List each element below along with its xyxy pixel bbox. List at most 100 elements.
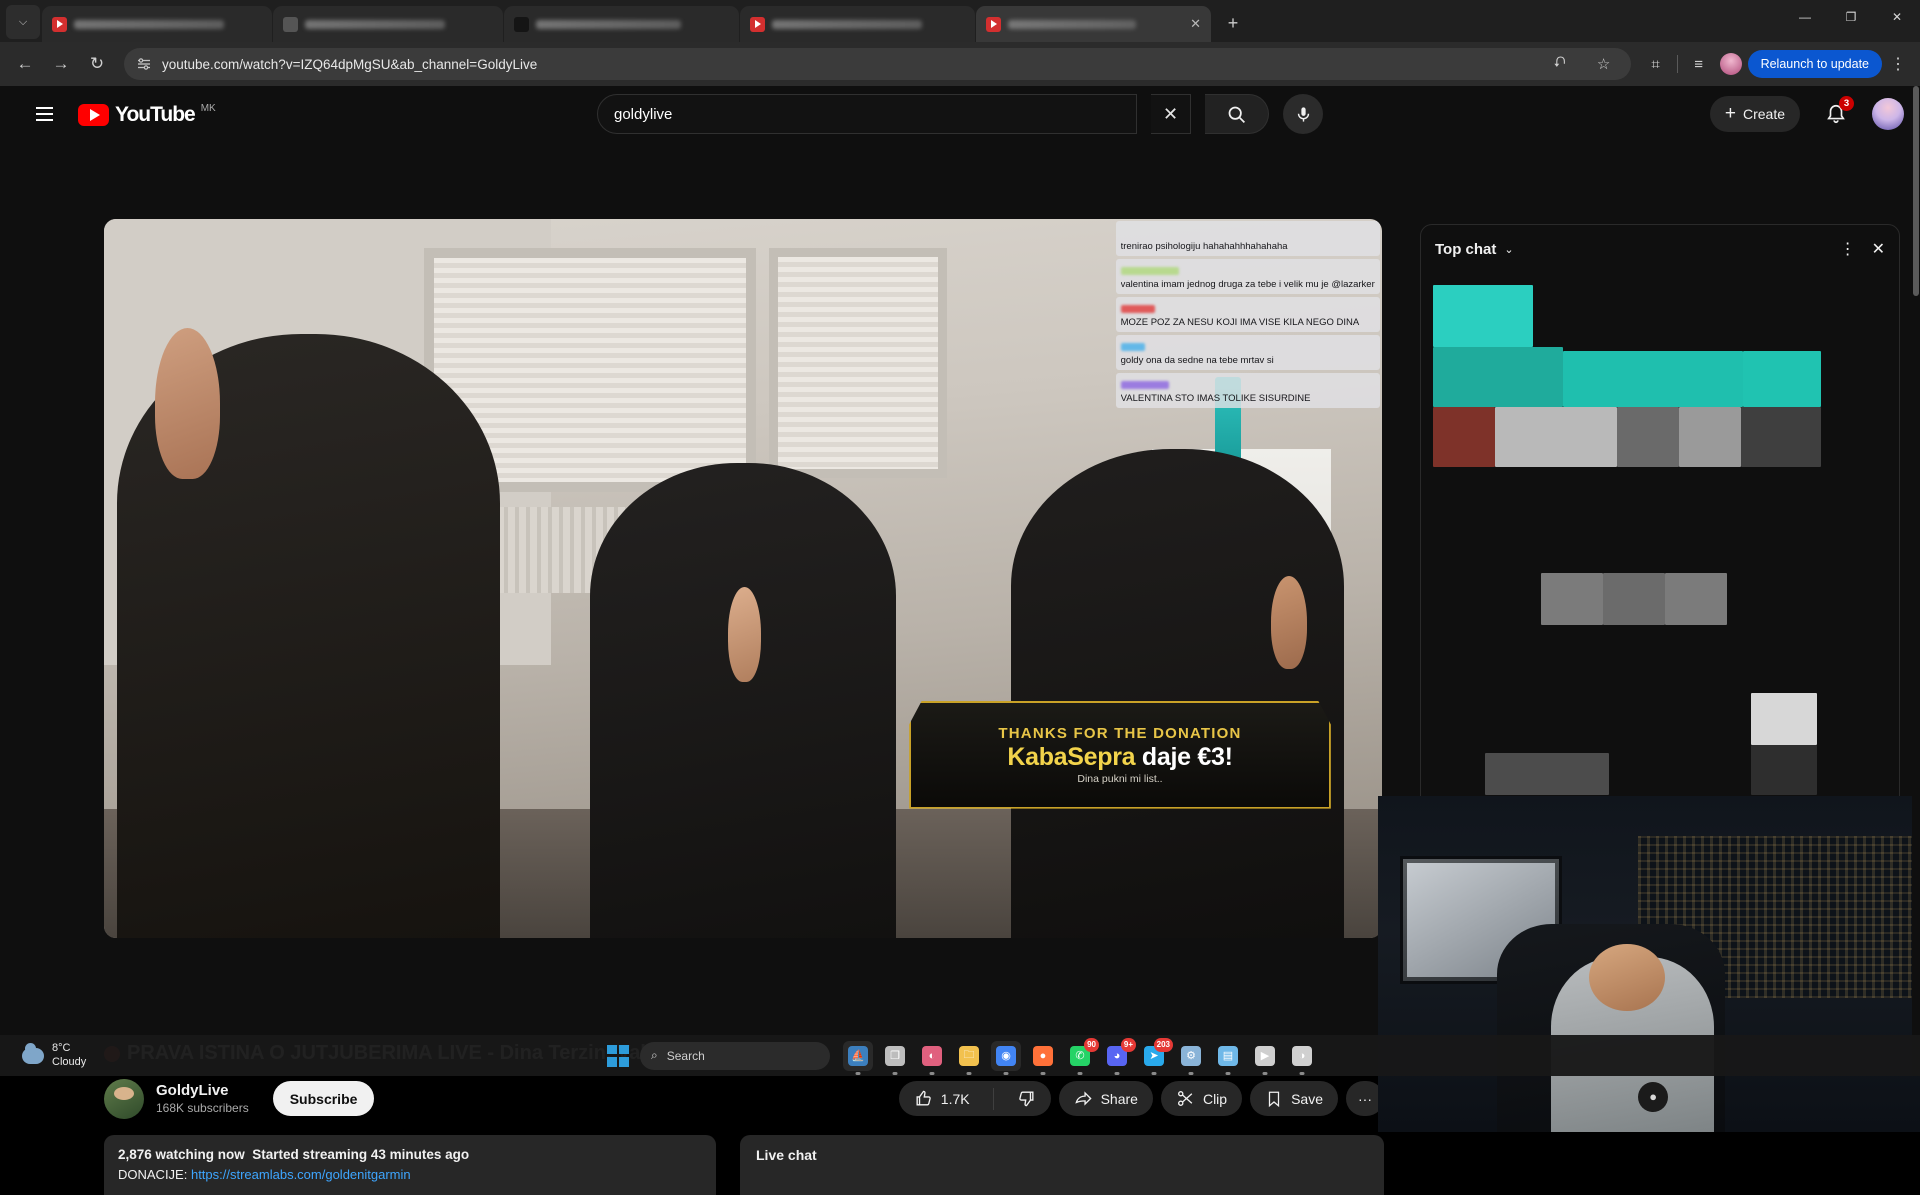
browser-tab[interactable] <box>740 6 975 42</box>
media-player-icon[interactable]: ▶ <box>1250 1041 1280 1071</box>
redacted-chat-block <box>1665 573 1727 625</box>
save-label: Save <box>1291 1091 1323 1107</box>
youtube-logo[interactable]: YouTube MK <box>78 102 216 127</box>
window-controls: — ❐ ✕ <box>1782 0 1920 42</box>
chevron-down-icon[interactable]: ⌄ <box>1504 243 1513 256</box>
install-app-icon[interactable]: ⮏ <box>1545 49 1575 79</box>
close-window-icon[interactable]: ✕ <box>1874 0 1920 34</box>
running-indicator <box>1115 1072 1120 1075</box>
video-description-box[interactable]: 2,876 watching now Started streaming 43 … <box>104 1135 716 1195</box>
notepad-icon[interactable]: ▤ <box>1213 1041 1243 1071</box>
window-secondary <box>769 248 948 478</box>
taskbar-search-box[interactable]: ⌕ Search <box>640 1042 830 1070</box>
clear-search-icon[interactable]: ✕ <box>1151 94 1191 134</box>
create-button[interactable]: + Create <box>1710 96 1800 132</box>
voice-search-button[interactable] <box>1283 94 1323 134</box>
discord-icon[interactable]: ◕9+ <box>1102 1041 1132 1071</box>
close-chat-icon[interactable]: ✕ <box>1872 239 1885 259</box>
redacted-chat-block <box>1751 745 1817 795</box>
like-button[interactable]: 1.7K <box>899 1081 985 1116</box>
video-stats: 2,876 watching now Started streaming 43 … <box>118 1147 702 1162</box>
weather-widget[interactable]: 8°C Cloudy <box>22 1042 86 1070</box>
chat-panel-header: Top chat ⌄ ⋮ ✕ <box>1421 225 1899 273</box>
video-player[interactable]: trenirao psihologiju hahahahhhahahaha va… <box>104 219 1382 938</box>
redacted-chat-block <box>1617 407 1679 467</box>
browser-menu-icon[interactable]: ⋮ <box>1884 47 1912 81</box>
tab-title-redacted <box>305 20 445 29</box>
split-view-icon[interactable]: ≡ <box>1684 49 1714 79</box>
task-view-icon[interactable]: ❐ <box>880 1041 910 1071</box>
overlay-chat-message: goldy ona da sedne na tebe mrtav si <box>1116 335 1380 370</box>
settings-gear-icon[interactable]: ⚙ <box>1176 1041 1206 1071</box>
search-button[interactable] <box>1205 94 1269 134</box>
country-code-label: MK <box>201 103 216 114</box>
clip-button[interactable]: Clip <box>1161 1081 1242 1116</box>
reload-icon[interactable]: ↻ <box>80 47 114 81</box>
page-scrollbar[interactable] <box>1912 86 1920 1076</box>
search-icon <box>1226 104 1247 125</box>
scissors-icon <box>1176 1089 1195 1108</box>
overlay-chat-text: VALENTINA STO IMAS TOLIKE SISURDINE <box>1121 394 1375 405</box>
action-divider <box>993 1088 994 1110</box>
browser-tab[interactable] <box>504 6 739 42</box>
chat-menu-icon[interactable]: ⋮ <box>1840 239 1856 259</box>
guest-right <box>1011 449 1343 938</box>
chrome-browser-window: ⌵ ✕ + — ❐ ✕ ← → <box>0 0 1920 1076</box>
channel-info[interactable]: GoldyLive 168K subscribers <box>156 1082 249 1115</box>
channel-avatar[interactable] <box>104 1079 144 1119</box>
notifications-button[interactable]: 3 <box>1816 94 1856 134</box>
running-indicator <box>1300 1072 1305 1075</box>
extensions-puzzle-icon[interactable]: ⌗ <box>1641 49 1671 79</box>
maximize-icon[interactable]: ❐ <box>1828 0 1874 34</box>
new-tab-button[interactable]: + <box>1218 8 1248 38</box>
telegram-icon[interactable]: ➤203 <box>1139 1041 1169 1071</box>
relaunch-to-update-button[interactable]: Relaunch to update <box>1748 50 1882 78</box>
search-input[interactable] <box>614 106 1120 123</box>
donation-link[interactable]: https://streamlabs.com/goldenitgarmin <box>191 1167 411 1182</box>
tab-title-redacted <box>772 20 922 29</box>
browser-tab[interactable] <box>273 6 503 42</box>
obs-studio-icon-glyph: ◑ <box>1292 1046 1312 1066</box>
whatsapp-icon[interactable]: ✆90 <box>1065 1041 1095 1071</box>
chrome-icon[interactable]: ◉ <box>991 1041 1021 1071</box>
copilot-icon[interactable]: ⛵ <box>843 1041 873 1071</box>
file-explorer-icon[interactable]: 🗀 <box>954 1041 984 1071</box>
browser-tab-active[interactable]: ✕ <box>976 6 1211 42</box>
minimize-icon[interactable]: — <box>1782 0 1828 34</box>
redacted-chat-block <box>1741 407 1821 467</box>
save-button[interactable]: Save <box>1250 1081 1338 1116</box>
task-view-icon-glyph: ❐ <box>885 1046 905 1066</box>
live-chat-collapsed-bar[interactable]: Live chat <box>740 1135 1384 1195</box>
search-area: ✕ <box>597 94 1323 134</box>
streamer-head <box>1589 944 1665 1011</box>
tune-icon[interactable] <box>136 56 152 72</box>
address-bar[interactable]: youtube.com/watch?v=IZQ64dpMgSU&ab_chann… <box>124 48 1631 80</box>
search-input-wrapper[interactable] <box>597 94 1137 134</box>
page-content: trenirao psihologiju hahahahhhahahaha va… <box>0 142 1920 1076</box>
dark-favicon-icon <box>514 17 529 32</box>
webcam-frame: ● <box>1378 796 1920 1132</box>
widgets-icon[interactable]: ◐ <box>917 1041 947 1071</box>
back-icon[interactable]: ← <box>8 47 42 81</box>
redacted-chat-block <box>1433 347 1563 407</box>
youtube-wordmark: YouTube <box>115 103 195 127</box>
bookmark-star-icon[interactable]: ☆ <box>1589 49 1619 79</box>
copilot-icon-glyph: ⛵ <box>848 1046 868 1066</box>
dislike-button[interactable] <box>1002 1081 1051 1116</box>
profile-avatar[interactable] <box>1716 49 1746 79</box>
share-button[interactable]: Share <box>1059 1081 1153 1116</box>
start-button[interactable] <box>603 1041 633 1071</box>
tab-search-button[interactable]: ⌵ <box>6 5 40 39</box>
subscribe-button[interactable]: Subscribe <box>273 1081 375 1116</box>
close-icon[interactable]: ✕ <box>1184 16 1201 32</box>
forward-icon[interactable]: → <box>44 47 78 81</box>
account-avatar[interactable] <box>1872 98 1904 130</box>
scrollbar-thumb[interactable] <box>1913 86 1919 296</box>
browser-tab[interactable] <box>42 6 272 42</box>
overlay-chat-text: valentina imam jednog druga za tebe i ve… <box>1121 280 1375 291</box>
guide-menu-icon[interactable] <box>24 94 64 134</box>
channel-row: GoldyLive 168K subscribers Subscribe 1.7… <box>104 1076 1384 1121</box>
chat-message-list[interactable] <box>1421 273 1899 833</box>
firefox-icon[interactable]: ● <box>1028 1041 1058 1071</box>
obs-studio-icon[interactable]: ◑ <box>1287 1041 1317 1071</box>
